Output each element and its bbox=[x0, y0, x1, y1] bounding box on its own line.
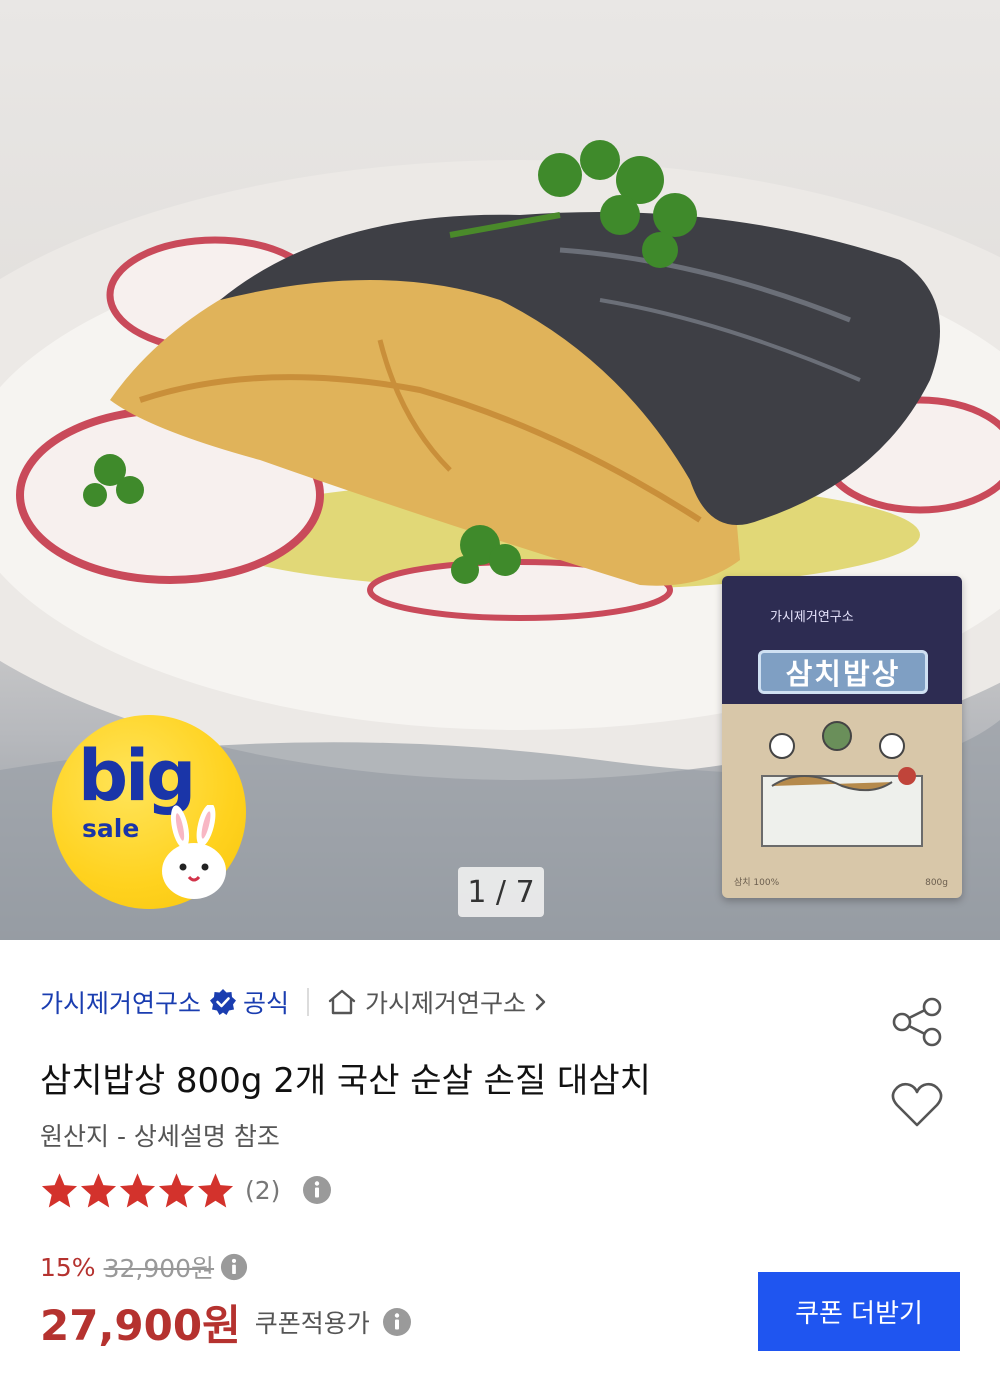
discount-rate: 15% bbox=[40, 1252, 96, 1282]
star-icon bbox=[41, 1173, 78, 1208]
package-title: 삼치밥상 bbox=[758, 650, 928, 694]
star-icon bbox=[80, 1173, 117, 1208]
home-icon bbox=[328, 989, 356, 1015]
heart-icon[interactable] bbox=[890, 1080, 944, 1130]
package-brand: 가시제거연구소 bbox=[770, 610, 854, 625]
star-icon bbox=[158, 1173, 195, 1208]
seller-divider bbox=[307, 988, 310, 1016]
verified-badge-icon bbox=[210, 989, 237, 1015]
official-label: 공식 bbox=[243, 989, 290, 1018]
bunny-icon bbox=[162, 805, 226, 899]
info-icon[interactable] bbox=[220, 1253, 248, 1281]
big-sale-badge: big sale bbox=[52, 715, 246, 909]
coupon-applied-label: 쿠폰적용가 bbox=[254, 1309, 370, 1338]
image-pager: 1 / 7 bbox=[458, 867, 544, 917]
product-title: 삼치밥상 800g 2개 국산 순살 손질 대삼치 bbox=[40, 1061, 651, 1101]
chevron-right-icon bbox=[535, 993, 546, 1011]
sale-price-row: 27,900원 쿠폰적용가 bbox=[40, 1292, 412, 1352]
sale-price: 27,900원 bbox=[40, 1300, 241, 1350]
seller-name[interactable]: 가시제거연구소 bbox=[40, 984, 201, 1020]
original-price-row: 15% 32,900원 bbox=[40, 1250, 248, 1284]
badge-sale-text: sale bbox=[82, 814, 140, 843]
star-icon bbox=[197, 1173, 234, 1208]
product-image-carousel[interactable]: big sale 가시제거연구소 삼치밥상 삼치 100% 800g 1 / 7 bbox=[0, 0, 1000, 940]
star-rating bbox=[40, 1171, 235, 1209]
package-illustration bbox=[761, 721, 923, 847]
share-icon[interactable] bbox=[890, 995, 944, 1049]
review-count[interactable]: (2) bbox=[245, 1176, 280, 1205]
badge-big-text: big bbox=[78, 735, 196, 817]
rating-row[interactable]: (2) bbox=[40, 1170, 332, 1210]
store-link[interactable]: 가시제거연구소 bbox=[365, 984, 526, 1020]
package-weight: 800g bbox=[925, 878, 948, 888]
seller-row: 가시제거연구소 공식 가시제거연구소 bbox=[40, 982, 548, 1022]
info-icon[interactable] bbox=[382, 1307, 412, 1337]
get-coupon-button[interactable]: 쿠폰 더받기 bbox=[758, 1272, 960, 1351]
package-meta: 삼치 100% bbox=[734, 878, 780, 888]
product-package-image: 가시제거연구소 삼치밥상 삼치 100% 800g bbox=[722, 576, 962, 898]
original-price: 32,900원 bbox=[103, 1254, 215, 1283]
info-icon[interactable] bbox=[302, 1175, 332, 1205]
origin-info: 원산지 - 상세설명 참조 bbox=[40, 1122, 280, 1151]
star-icon bbox=[119, 1173, 156, 1208]
